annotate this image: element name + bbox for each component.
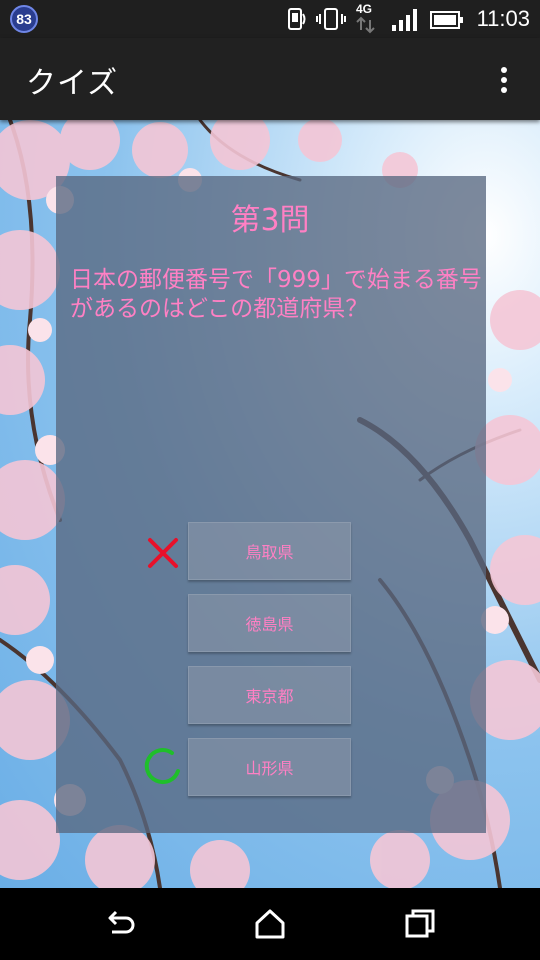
clock: 11:03 bbox=[476, 6, 530, 31]
wrong-cross-icon bbox=[148, 538, 178, 568]
phone-icon bbox=[288, 8, 306, 30]
back-icon[interactable] bbox=[102, 906, 138, 942]
more-vert-icon bbox=[501, 67, 507, 73]
choice-button-3[interactable]: 東京都 bbox=[188, 666, 351, 724]
choice-button-1[interactable]: 鳥取県 bbox=[188, 522, 351, 580]
choice-button-2[interactable]: 徳島県 bbox=[188, 594, 351, 652]
app-title: クイズ bbox=[26, 66, 119, 101]
overflow-menu-button[interactable] bbox=[486, 62, 522, 98]
choice-button-4[interactable]: 山形県 bbox=[188, 738, 351, 796]
home-icon[interactable] bbox=[252, 906, 288, 942]
battery-icon bbox=[430, 11, 463, 29]
data-arrows-icon bbox=[356, 16, 375, 34]
app-bar: クイズ bbox=[0, 38, 540, 120]
correct-circle-icon bbox=[144, 748, 180, 785]
question-number: 第3問 bbox=[230, 203, 310, 238]
question-text: 日本の郵便番号で「999」で始まる番号があるのはどこの都道府県？ bbox=[70, 267, 482, 322]
status-bar: 83 4G 11:03 bbox=[0, 0, 540, 38]
navigation-bar bbox=[0, 888, 540, 960]
notification-badge: 83 bbox=[10, 5, 38, 33]
network-type-label: 4G bbox=[356, 2, 373, 16]
vibrate-icon bbox=[316, 8, 346, 30]
recents-icon[interactable] bbox=[402, 906, 438, 942]
signal-icon bbox=[392, 9, 417, 31]
